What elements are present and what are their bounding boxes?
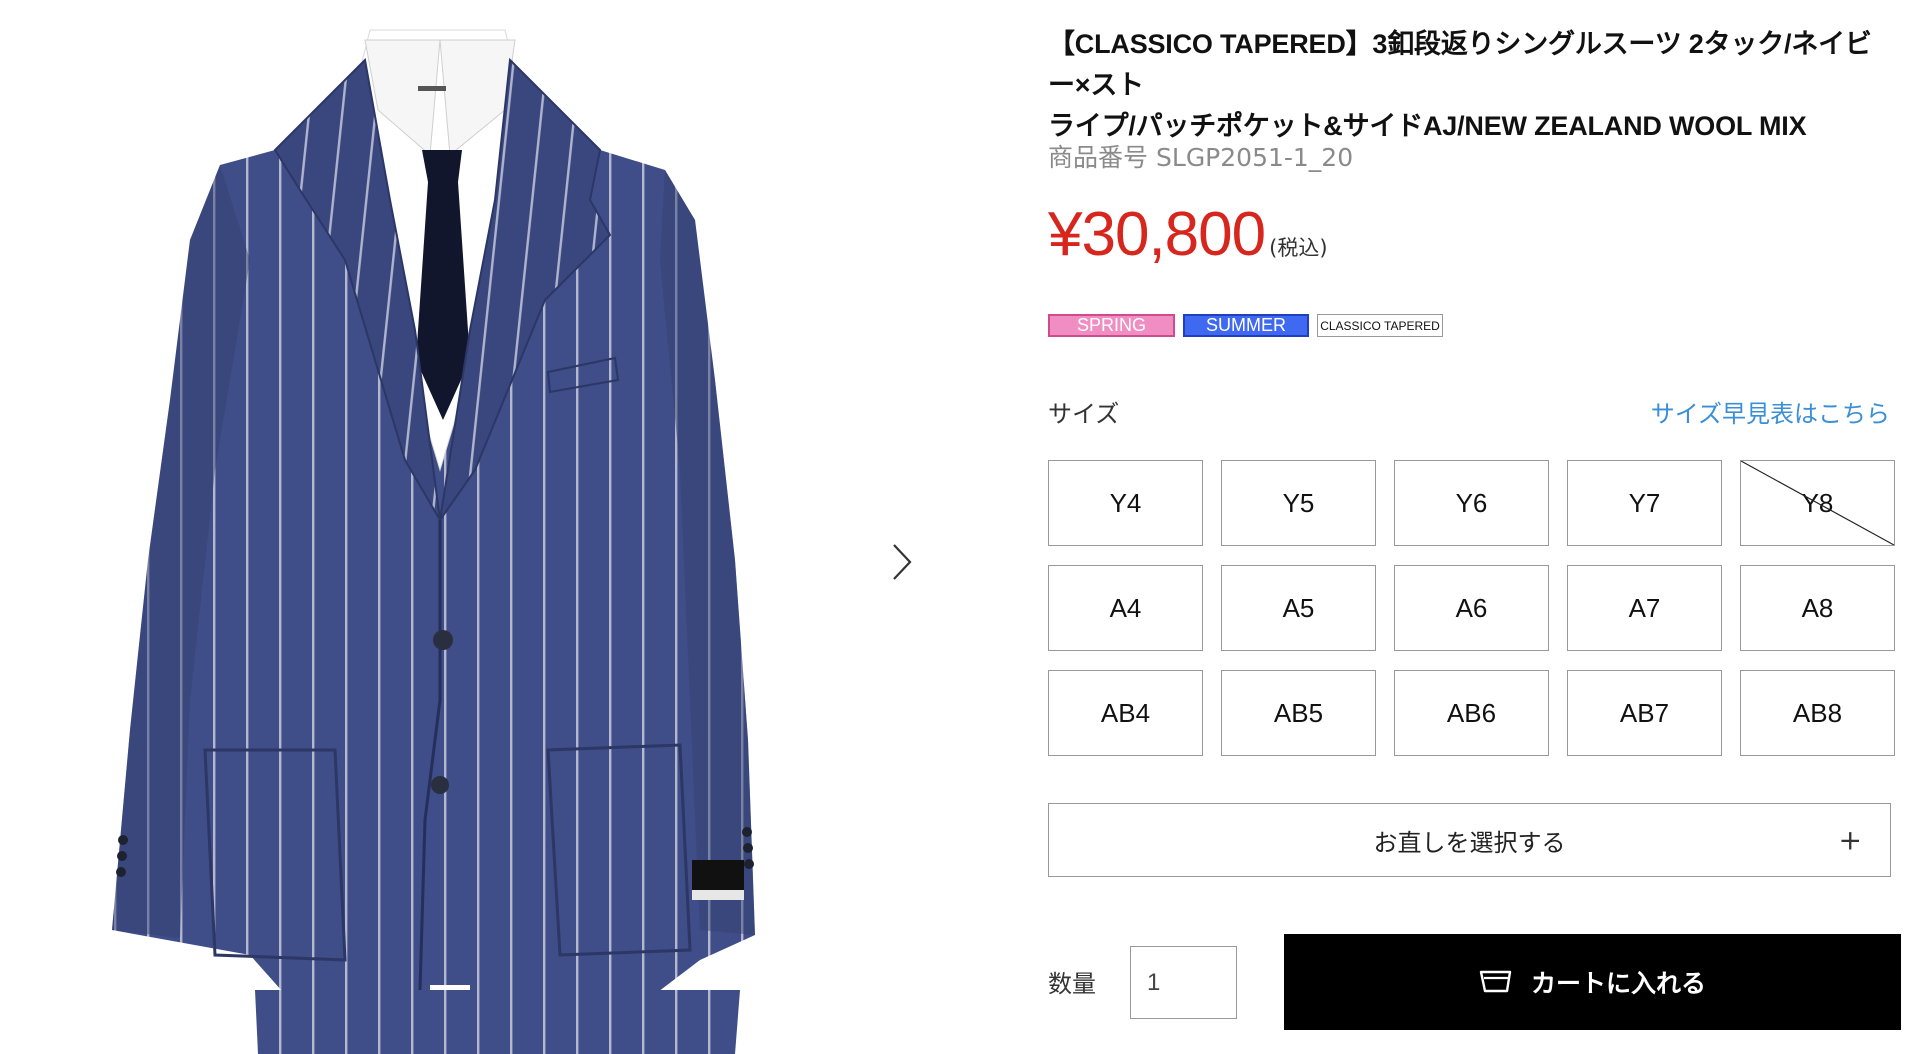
- product-title-line: 【CLASSICO TAPERED】3釦段返りシングルスーツ 2タック/ネイビー…: [1048, 29, 1872, 100]
- size-option[interactable]: Y5: [1221, 460, 1376, 546]
- quantity-input[interactable]: [1130, 946, 1237, 1019]
- size-option[interactable]: AB4: [1048, 670, 1203, 756]
- size-option[interactable]: A7: [1567, 565, 1722, 651]
- alteration-select-button[interactable]: お直しを選択する +: [1048, 803, 1891, 877]
- product-gallery: [0, 0, 1000, 1054]
- item-code: 商品番号 SLGP2051-1_20: [1048, 138, 1353, 174]
- size-option[interactable]: A5: [1221, 565, 1376, 651]
- tax-note: (税込): [1269, 236, 1328, 260]
- tag-summer: SUMMER: [1183, 314, 1309, 337]
- tag-list: SPRING SUMMER CLASSICO TAPERED: [1048, 314, 1443, 337]
- tag-classico-tapered: CLASSICO TAPERED: [1317, 314, 1443, 337]
- size-grid: Y4 Y5 Y6 Y7 Y8 A4 A5 A6 A7 A8 AB4 AB5 AB…: [1048, 460, 1895, 756]
- size-option[interactable]: AB8: [1740, 670, 1895, 756]
- quantity-label: 数量: [1048, 970, 1096, 998]
- tag-spring: SPRING: [1048, 314, 1175, 337]
- chevron-right-icon: [893, 544, 912, 580]
- size-option[interactable]: Y7: [1567, 460, 1722, 546]
- add-to-cart-button[interactable]: カートに入れる: [1284, 934, 1901, 1030]
- size-option[interactable]: AB6: [1394, 670, 1549, 756]
- size-option[interactable]: A8: [1740, 565, 1895, 651]
- gallery-next-button[interactable]: [880, 538, 924, 586]
- size-option[interactable]: A4: [1048, 565, 1203, 651]
- cart-icon: [1479, 970, 1512, 993]
- plus-icon: +: [1838, 823, 1862, 857]
- size-option[interactable]: AB7: [1567, 670, 1722, 756]
- product-title: 【CLASSICO TAPERED】3釦段返りシングルスーツ 2タック/ネイビー…: [1048, 24, 1890, 147]
- size-option[interactable]: AB5: [1221, 670, 1376, 756]
- product-image: [112, 29, 755, 1054]
- add-to-cart-label: カートに入れる: [1530, 969, 1706, 998]
- size-chart-link[interactable]: サイズ早見表はこちら: [1651, 394, 1890, 429]
- sold-out-strike-icon: [1741, 461, 1894, 545]
- price: ¥30,800: [1048, 200, 1266, 269]
- size-option[interactable]: Y6: [1394, 460, 1549, 546]
- price-row: ¥30,800 (税込): [1048, 196, 1328, 266]
- size-label: サイズ: [1048, 400, 1120, 428]
- size-option-sold-out: Y8: [1740, 460, 1895, 546]
- alteration-label: お直しを選択する: [1373, 828, 1566, 857]
- size-option[interactable]: A6: [1394, 565, 1549, 651]
- size-option[interactable]: Y4: [1048, 460, 1203, 546]
- item-code-value: SLGP2051-1_20: [1156, 143, 1354, 172]
- item-code-label: 商品番号: [1048, 143, 1149, 172]
